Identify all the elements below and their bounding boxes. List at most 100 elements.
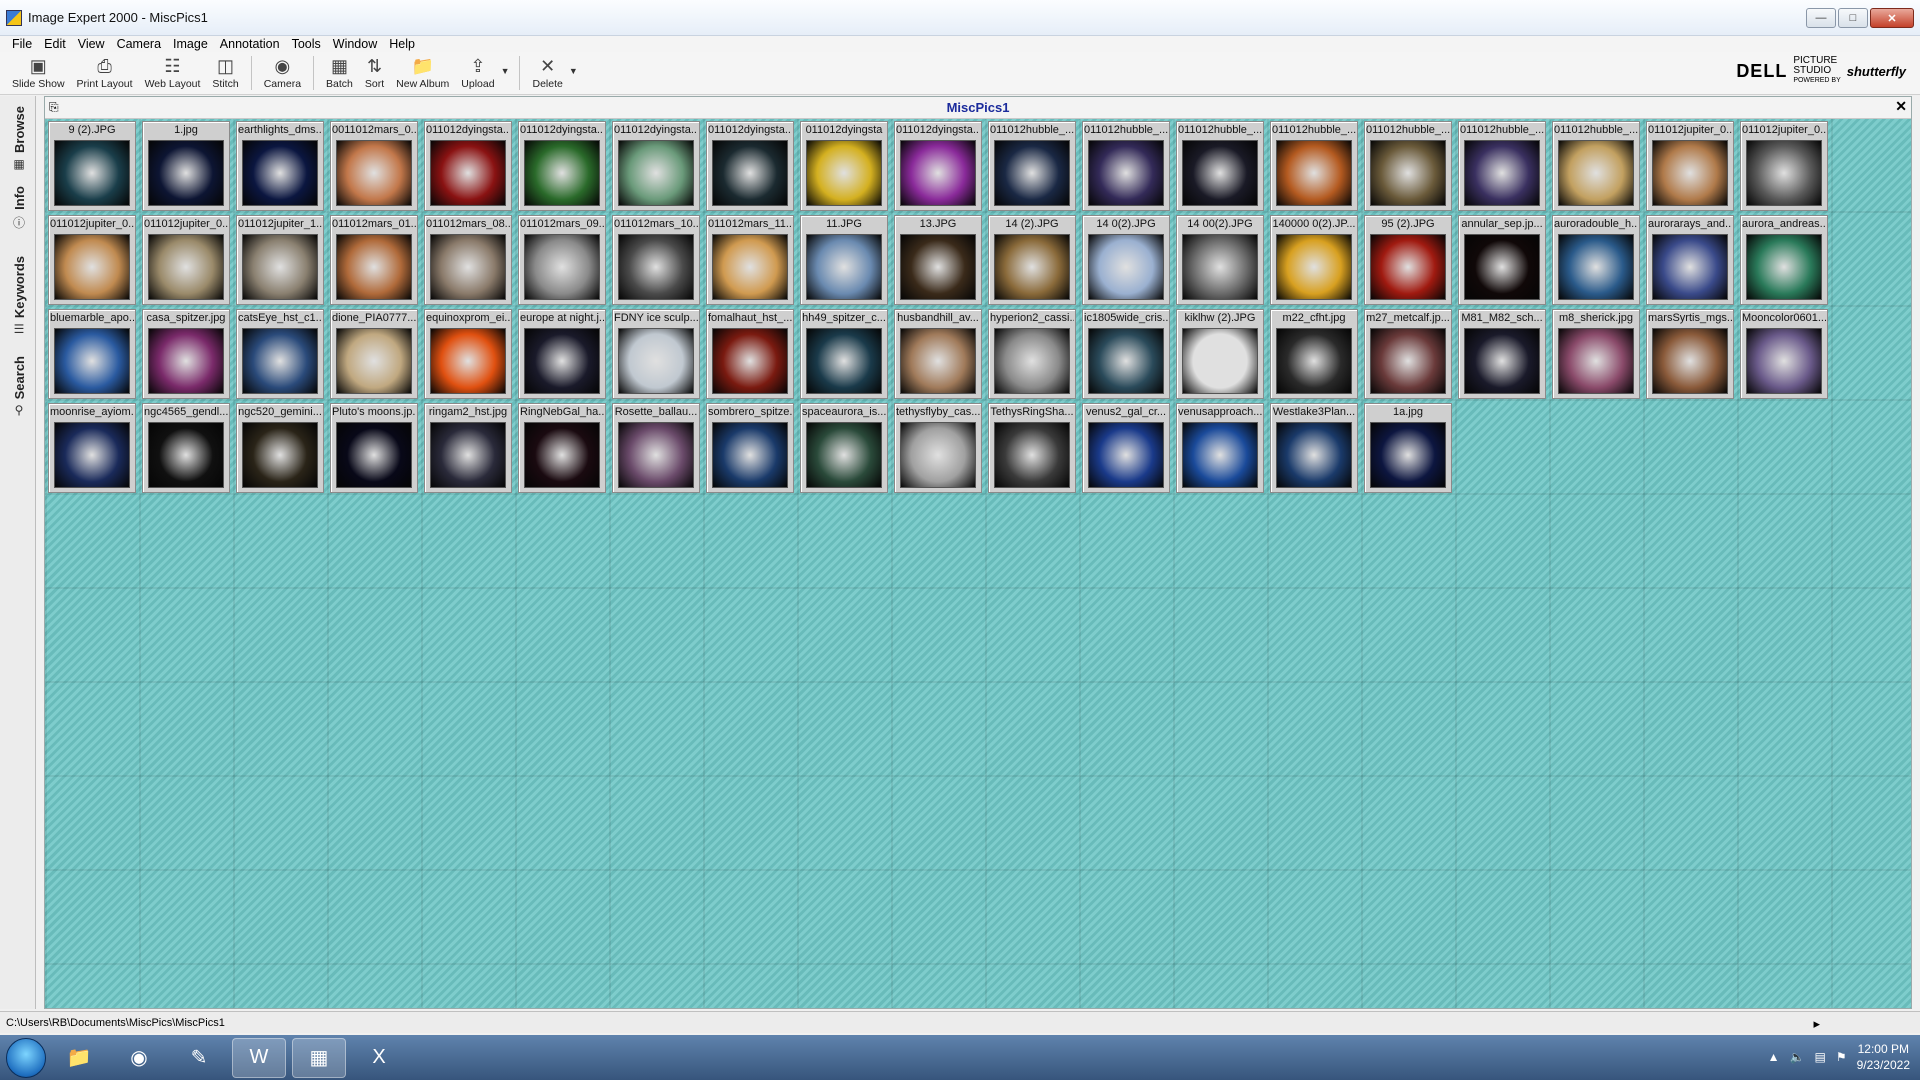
thumbnail[interactable]: 14 0(2).JPG [1082, 215, 1170, 305]
tab-info[interactable]: Info ⓘ [6, 186, 32, 231]
thumbnail[interactable]: 011012hubble_... [1364, 121, 1452, 211]
thumbnail[interactable]: 011012hubble_... [988, 121, 1076, 211]
thumbnail[interactable]: 14 00(2).JPG [1176, 215, 1264, 305]
thumbnail[interactable]: husbandhill_av... [894, 309, 982, 399]
thumbnail[interactable]: marsSyrtis_mgs... [1646, 309, 1734, 399]
thumbnail[interactable]: auroradouble_h... [1552, 215, 1640, 305]
thumbnail[interactable]: 0011012mars_0... [330, 121, 418, 211]
thumbnail[interactable]: venusapproach... [1176, 403, 1264, 493]
thumbnail[interactable]: kiklhw (2).JPG [1176, 309, 1264, 399]
thumbnail[interactable]: 011012hubble_... [1270, 121, 1358, 211]
thumbnail[interactable]: Mooncolor0601... [1740, 309, 1828, 399]
batch-button[interactable]: ▦ Batch [320, 54, 359, 94]
thumbnail[interactable]: 011012dyingsta [800, 121, 888, 211]
thumbnail[interactable]: 011012hubble_... [1458, 121, 1546, 211]
thumbnail[interactable]: 011012dyingsta... [612, 121, 700, 211]
thumbnail[interactable]: tethysflyby_cas... [894, 403, 982, 493]
thumbnail[interactable]: 011012jupiter_0... [1740, 121, 1828, 211]
start-button[interactable] [6, 1037, 46, 1078]
thumbnail[interactable]: 011012jupiter_0... [1646, 121, 1734, 211]
thumbnail[interactable]: ic1805wide_cris... [1082, 309, 1170, 399]
close-album-icon[interactable]: ✕ [1895, 98, 1907, 115]
thumbnail[interactable]: 140000 0(2).JP... [1270, 215, 1358, 305]
menu-window[interactable]: Window [327, 37, 383, 51]
thumbnail[interactable]: 95 (2).JPG [1364, 215, 1452, 305]
flag-icon[interactable]: ⚑ [1836, 1050, 1847, 1064]
thumbnail[interactable]: 9 (2).JPG [48, 121, 136, 211]
print-layout-button[interactable]: ⎙ Print Layout [71, 54, 139, 94]
thumbnail[interactable]: 13.JPG [894, 215, 982, 305]
thumbnail[interactable]: 1a.jpg [1364, 403, 1452, 493]
menu-view[interactable]: View [72, 37, 111, 51]
thumbnail[interactable]: M81_M82_sch... [1458, 309, 1546, 399]
thumbnail[interactable]: 011012hubble_... [1176, 121, 1264, 211]
thumbnail[interactable]: hh49_spitzer_c... [800, 309, 888, 399]
thumbnail[interactable]: FDNY ice sculp... [612, 309, 700, 399]
thumbnail[interactable]: hyperion2_cassi... [988, 309, 1076, 399]
thumbnail[interactable]: m8_sherick.jpg [1552, 309, 1640, 399]
thumbnail[interactable]: m27_metcalf.jp... [1364, 309, 1452, 399]
thumbnail[interactable]: 11.JPG [800, 215, 888, 305]
thumbnail[interactable]: catsEye_hst_c1... [236, 309, 324, 399]
menu-file[interactable]: File [6, 37, 38, 51]
thumbnail[interactable]: RingNebGal_ha... [518, 403, 606, 493]
thumbnail-grid[interactable]: 9 (2).JPG 1.jpg earthlights_dms... 0011012m… [45, 119, 1911, 1008]
thumbnail[interactable]: venus2_gal_cr... [1082, 403, 1170, 493]
camera-button[interactable]: ◉ Camera [258, 54, 307, 94]
thumbnail[interactable]: 011012mars_01... [330, 215, 418, 305]
delete-dropdown-icon[interactable]: ▼ [569, 66, 578, 76]
thumbnail[interactable]: ngc4565_gendl... [142, 403, 230, 493]
stitch-button[interactable]: ◫ Stitch [206, 54, 244, 94]
thumbnail[interactable]: 011012mars_10... [612, 215, 700, 305]
thumbnail[interactable]: 14 (2).JPG [988, 215, 1076, 305]
thumbnail[interactable]: 011012jupiter_1... [236, 215, 324, 305]
thumbnail[interactable]: 011012dyingsta... [706, 121, 794, 211]
menu-help[interactable]: Help [383, 37, 421, 51]
menu-camera[interactable]: Camera [111, 37, 167, 51]
clock[interactable]: 12:00 PM 9/23/2022 [1857, 1041, 1910, 1073]
paint-taskbar-icon[interactable]: ✎ [172, 1038, 226, 1078]
thumbnail[interactable]: earthlights_dms... [236, 121, 324, 211]
upload-button[interactable]: ⇪ Upload [455, 54, 500, 94]
thumbnail[interactable]: bluemarble_apo... [48, 309, 136, 399]
thumbnail[interactable]: Westlake3Plan... [1270, 403, 1358, 493]
thumbnail[interactable]: ringam2_hst.jpg [424, 403, 512, 493]
menu-tools[interactable]: Tools [286, 37, 327, 51]
thumbnail[interactable]: aurora_andreas... [1740, 215, 1828, 305]
excel-taskbar-icon[interactable]: X [352, 1038, 406, 1078]
thumbnail[interactable]: dione_PIA0777... [330, 309, 418, 399]
tab-keywords[interactable]: Keywords ☰ [6, 256, 32, 336]
thumbnail[interactable]: 011012hubble_... [1552, 121, 1640, 211]
show-hidden-icons-icon[interactable]: ▲ [1768, 1050, 1780, 1064]
thumbnail[interactable]: TethysRingSha... [988, 403, 1076, 493]
thumbnail[interactable]: 011012dyingsta... [424, 121, 512, 211]
upload-dropdown-icon[interactable]: ▼ [501, 66, 510, 76]
thumbnail[interactable]: 011012mars_11... [706, 215, 794, 305]
tab-browse[interactable]: Browse ▦ [6, 106, 32, 171]
network-icon[interactable]: ▤ [1815, 1050, 1826, 1064]
thumbnail[interactable]: 011012jupiter_0... [48, 215, 136, 305]
thumbnail[interactable]: europe at night.j... [518, 309, 606, 399]
slideshow-button[interactable]: ▣ Slide Show [6, 54, 71, 94]
sort-button[interactable]: ⇅ Sort [359, 54, 390, 94]
menu-image[interactable]: Image [167, 37, 214, 51]
firefox-taskbar-icon[interactable]: ◉ [112, 1038, 166, 1078]
thumbnail[interactable]: ngc520_gemini... [236, 403, 324, 493]
thumbnail[interactable]: 011012dyingsta... [894, 121, 982, 211]
volume-icon[interactable]: 🔈 [1790, 1050, 1805, 1064]
thumbnail[interactable]: equinoxprom_ei... [424, 309, 512, 399]
thumbnail[interactable]: annular_sep.jp... [1458, 215, 1546, 305]
web-layout-button[interactable]: ☷ Web Layout [139, 54, 207, 94]
delete-button[interactable]: ✕ Delete [526, 54, 568, 94]
thumbnail[interactable]: Rosette_ballau... [612, 403, 700, 493]
thumbnail[interactable]: 011012mars_09... [518, 215, 606, 305]
thumbnail[interactable]: fomalhaut_hst_... [706, 309, 794, 399]
thumbnail[interactable]: 011012dyingsta... [518, 121, 606, 211]
thumbnail[interactable]: 011012mars_08... [424, 215, 512, 305]
minimize-button[interactable]: — [1806, 8, 1836, 28]
thumbnail[interactable]: spaceaurora_is... [800, 403, 888, 493]
thumbnail[interactable]: moonrise_ayiom... [48, 403, 136, 493]
tab-search[interactable]: Search ⚲ [6, 356, 32, 417]
image-expert-taskbar-icon[interactable]: ▦ [292, 1037, 346, 1078]
thumbnail[interactable]: Pluto's moons.jp... [330, 403, 418, 493]
